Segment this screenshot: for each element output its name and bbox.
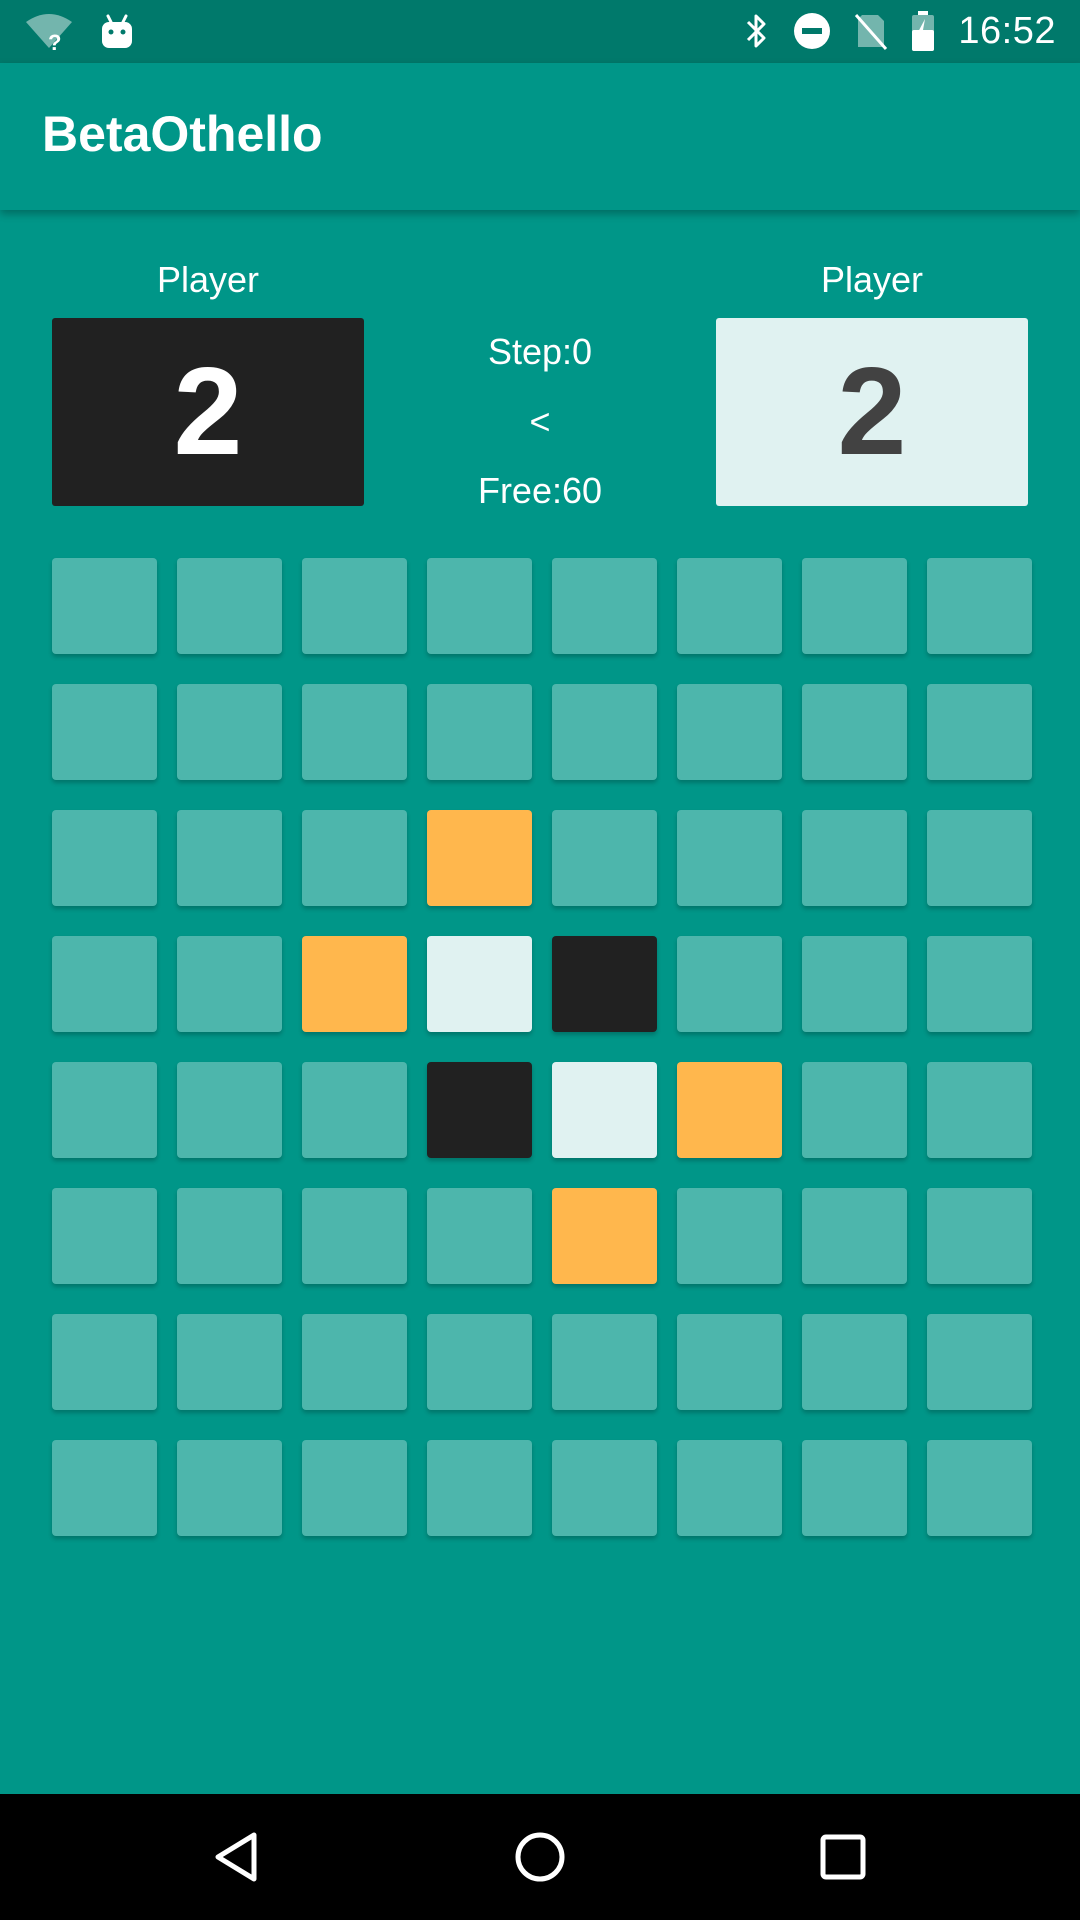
board-cell-hint[interactable]	[302, 936, 407, 1032]
board-cell-empty[interactable]	[52, 936, 157, 1032]
board-cell-hint[interactable]	[427, 810, 532, 906]
board-cell-empty[interactable]	[802, 810, 907, 906]
board-cell-empty[interactable]	[677, 1314, 782, 1410]
white-player-label: Player	[820, 259, 924, 300]
board-cell-empty[interactable]	[927, 684, 1032, 780]
navigation-bar	[0, 1794, 1080, 1920]
recents-icon[interactable]	[813, 1827, 873, 1887]
android-icon	[100, 14, 134, 50]
home-icon[interactable]	[510, 1827, 570, 1887]
board-cell-empty[interactable]	[52, 684, 157, 780]
board-cell-black[interactable]	[552, 936, 657, 1032]
board-cell-black[interactable]	[427, 1062, 532, 1158]
board-cell-empty[interactable]	[802, 1440, 907, 1536]
step-counter: Step:0	[487, 331, 593, 372]
svg-text:?: ?	[48, 30, 61, 52]
board-cell-empty[interactable]	[927, 1188, 1032, 1284]
board-cell-empty[interactable]	[802, 936, 907, 1032]
board-cell-empty[interactable]	[177, 1062, 282, 1158]
board-cell-empty[interactable]	[802, 1188, 907, 1284]
board-cell-hint[interactable]	[677, 1062, 782, 1158]
board-cell-empty[interactable]	[177, 558, 282, 654]
board-cell-empty[interactable]	[677, 558, 782, 654]
black-player-label: Player	[156, 259, 260, 300]
board-cell-empty[interactable]	[927, 1314, 1032, 1410]
board-cell-empty[interactable]	[677, 810, 782, 906]
board-cell-empty[interactable]	[677, 1188, 782, 1284]
board-cell-empty[interactable]	[177, 1314, 282, 1410]
app-bar: BetaOthello	[0, 63, 1080, 210]
board-cell-white[interactable]	[552, 1062, 657, 1158]
board-cell-empty[interactable]	[302, 1188, 407, 1284]
board-cell-empty[interactable]	[802, 1314, 907, 1410]
board-cell-empty[interactable]	[427, 1440, 532, 1536]
battery-charging-icon	[910, 10, 936, 52]
board-cell-empty[interactable]	[302, 1440, 407, 1536]
board-cell-empty[interactable]	[552, 1314, 657, 1410]
board-cell-empty[interactable]	[302, 558, 407, 654]
board-cell-empty[interactable]	[177, 936, 282, 1032]
board-cell-empty[interactable]	[802, 558, 907, 654]
do-not-disturb-icon	[792, 11, 832, 51]
back-icon[interactable]	[206, 1827, 266, 1887]
board-cell-empty[interactable]	[802, 1062, 907, 1158]
othello-board	[52, 558, 1032, 1536]
board-cell-empty[interactable]	[52, 1314, 157, 1410]
board-cell-empty[interactable]	[302, 1062, 407, 1158]
board-cell-empty[interactable]	[177, 1188, 282, 1284]
board-cell-empty[interactable]	[52, 1440, 157, 1536]
board-cell-empty[interactable]	[427, 558, 532, 654]
board-cell-empty[interactable]	[52, 1188, 157, 1284]
no-sim-icon	[854, 11, 888, 51]
status-right-icons: 16:52	[744, 8, 1056, 54]
status-bar: ? 16:52	[0, 0, 1080, 63]
board-cell-empty[interactable]	[927, 558, 1032, 654]
bluetooth-icon	[744, 11, 770, 51]
white-player-score: 2	[716, 318, 1028, 506]
board-cell-empty[interactable]	[177, 810, 282, 906]
turn-indicator: <	[529, 401, 551, 442]
black-player-score: 2	[52, 318, 364, 506]
board-cell-empty[interactable]	[177, 1440, 282, 1536]
board-cell-empty[interactable]	[927, 1440, 1032, 1536]
board-cell-empty[interactable]	[52, 558, 157, 654]
app-title: BetaOthello	[42, 106, 323, 162]
status-left-icons: ?	[24, 10, 134, 54]
board-cell-empty[interactable]	[427, 684, 532, 780]
board-cell-empty[interactable]	[677, 936, 782, 1032]
board-cell-empty[interactable]	[552, 558, 657, 654]
board-cell-empty[interactable]	[427, 1314, 532, 1410]
board-cell-empty[interactable]	[802, 684, 907, 780]
board-cell-white[interactable]	[427, 936, 532, 1032]
board-cell-empty[interactable]	[927, 810, 1032, 906]
board-cell-hint[interactable]	[552, 1188, 657, 1284]
board-cell-empty[interactable]	[552, 1440, 657, 1536]
board-cell-empty[interactable]	[302, 810, 407, 906]
board-cell-empty[interactable]	[677, 1440, 782, 1536]
board-cell-empty[interactable]	[52, 1062, 157, 1158]
board-cell-empty[interactable]	[552, 810, 657, 906]
board-cell-empty[interactable]	[552, 684, 657, 780]
status-time: 16:52	[958, 9, 1056, 52]
board-cell-empty[interactable]	[927, 1062, 1032, 1158]
board-cell-empty[interactable]	[302, 1314, 407, 1410]
board-cell-empty[interactable]	[302, 684, 407, 780]
board-cell-empty[interactable]	[927, 936, 1032, 1032]
free-counter: Free:60	[477, 470, 603, 511]
board-cell-empty[interactable]	[52, 810, 157, 906]
board-cell-empty[interactable]	[177, 684, 282, 780]
board-cell-empty[interactable]	[677, 684, 782, 780]
wifi-unknown-icon: ?	[24, 12, 74, 52]
board-cell-empty[interactable]	[427, 1188, 532, 1284]
